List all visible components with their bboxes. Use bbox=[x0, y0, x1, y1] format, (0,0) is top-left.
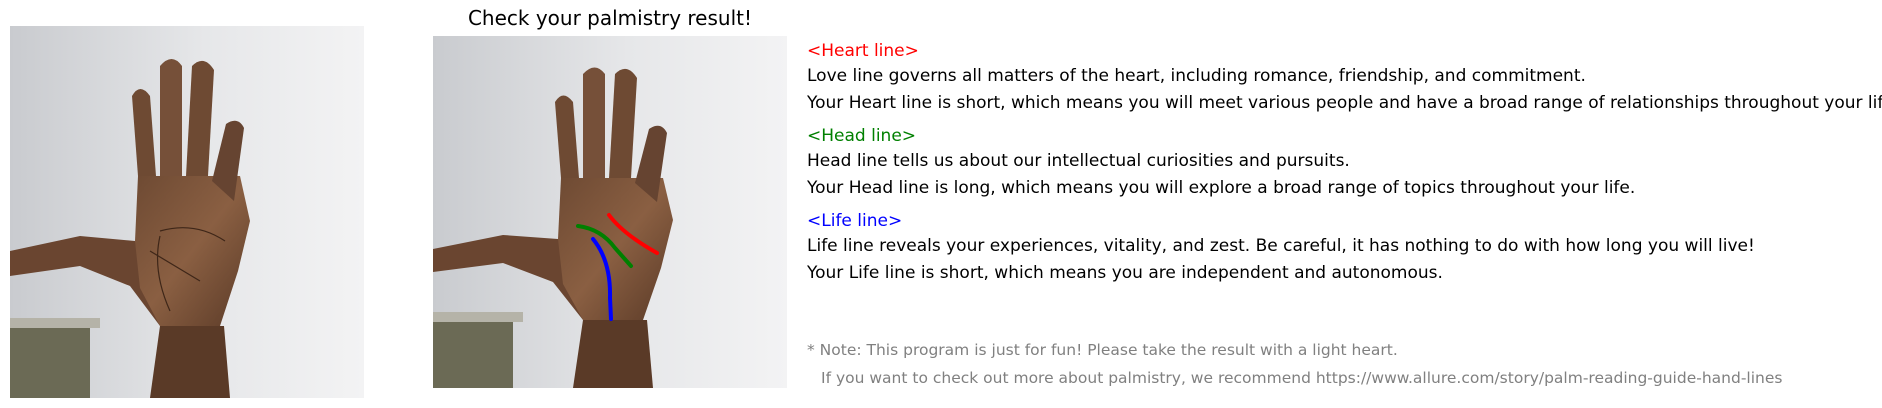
head-line-description: Head line tells us about our intellectua… bbox=[807, 151, 1350, 171]
head-line-result: Your Head line is long, which means you … bbox=[807, 178, 1636, 198]
heart-line-description: Love line governs all matters of the hea… bbox=[807, 66, 1586, 86]
life-line-description: Life line reveals your experiences, vita… bbox=[807, 236, 1755, 256]
palm-photo-with-lines-icon bbox=[433, 36, 787, 388]
disclaimer-note: * Note: This program is just for fun! Pl… bbox=[807, 336, 1782, 392]
results-panel: <Heart line> Love line governs all matte… bbox=[807, 40, 1882, 287]
head-line-title: <Head line> bbox=[807, 126, 917, 146]
heart-line-title: <Heart line> bbox=[807, 41, 919, 61]
heart-line-result: Your Heart line is short, which means yo… bbox=[807, 93, 1882, 113]
note-line-2: If you want to check out more about palm… bbox=[821, 369, 1783, 387]
result-title: Check your palmistry result! bbox=[467, 6, 753, 30]
life-line-result: Your Life line is short, which means you… bbox=[807, 263, 1443, 283]
life-line-title: <Life line> bbox=[807, 211, 903, 231]
palm-photo-icon bbox=[10, 26, 364, 398]
result-palm-image bbox=[433, 36, 787, 388]
note-line-1: * Note: This program is just for fun! Pl… bbox=[807, 341, 1398, 359]
original-palm-image bbox=[10, 26, 364, 398]
